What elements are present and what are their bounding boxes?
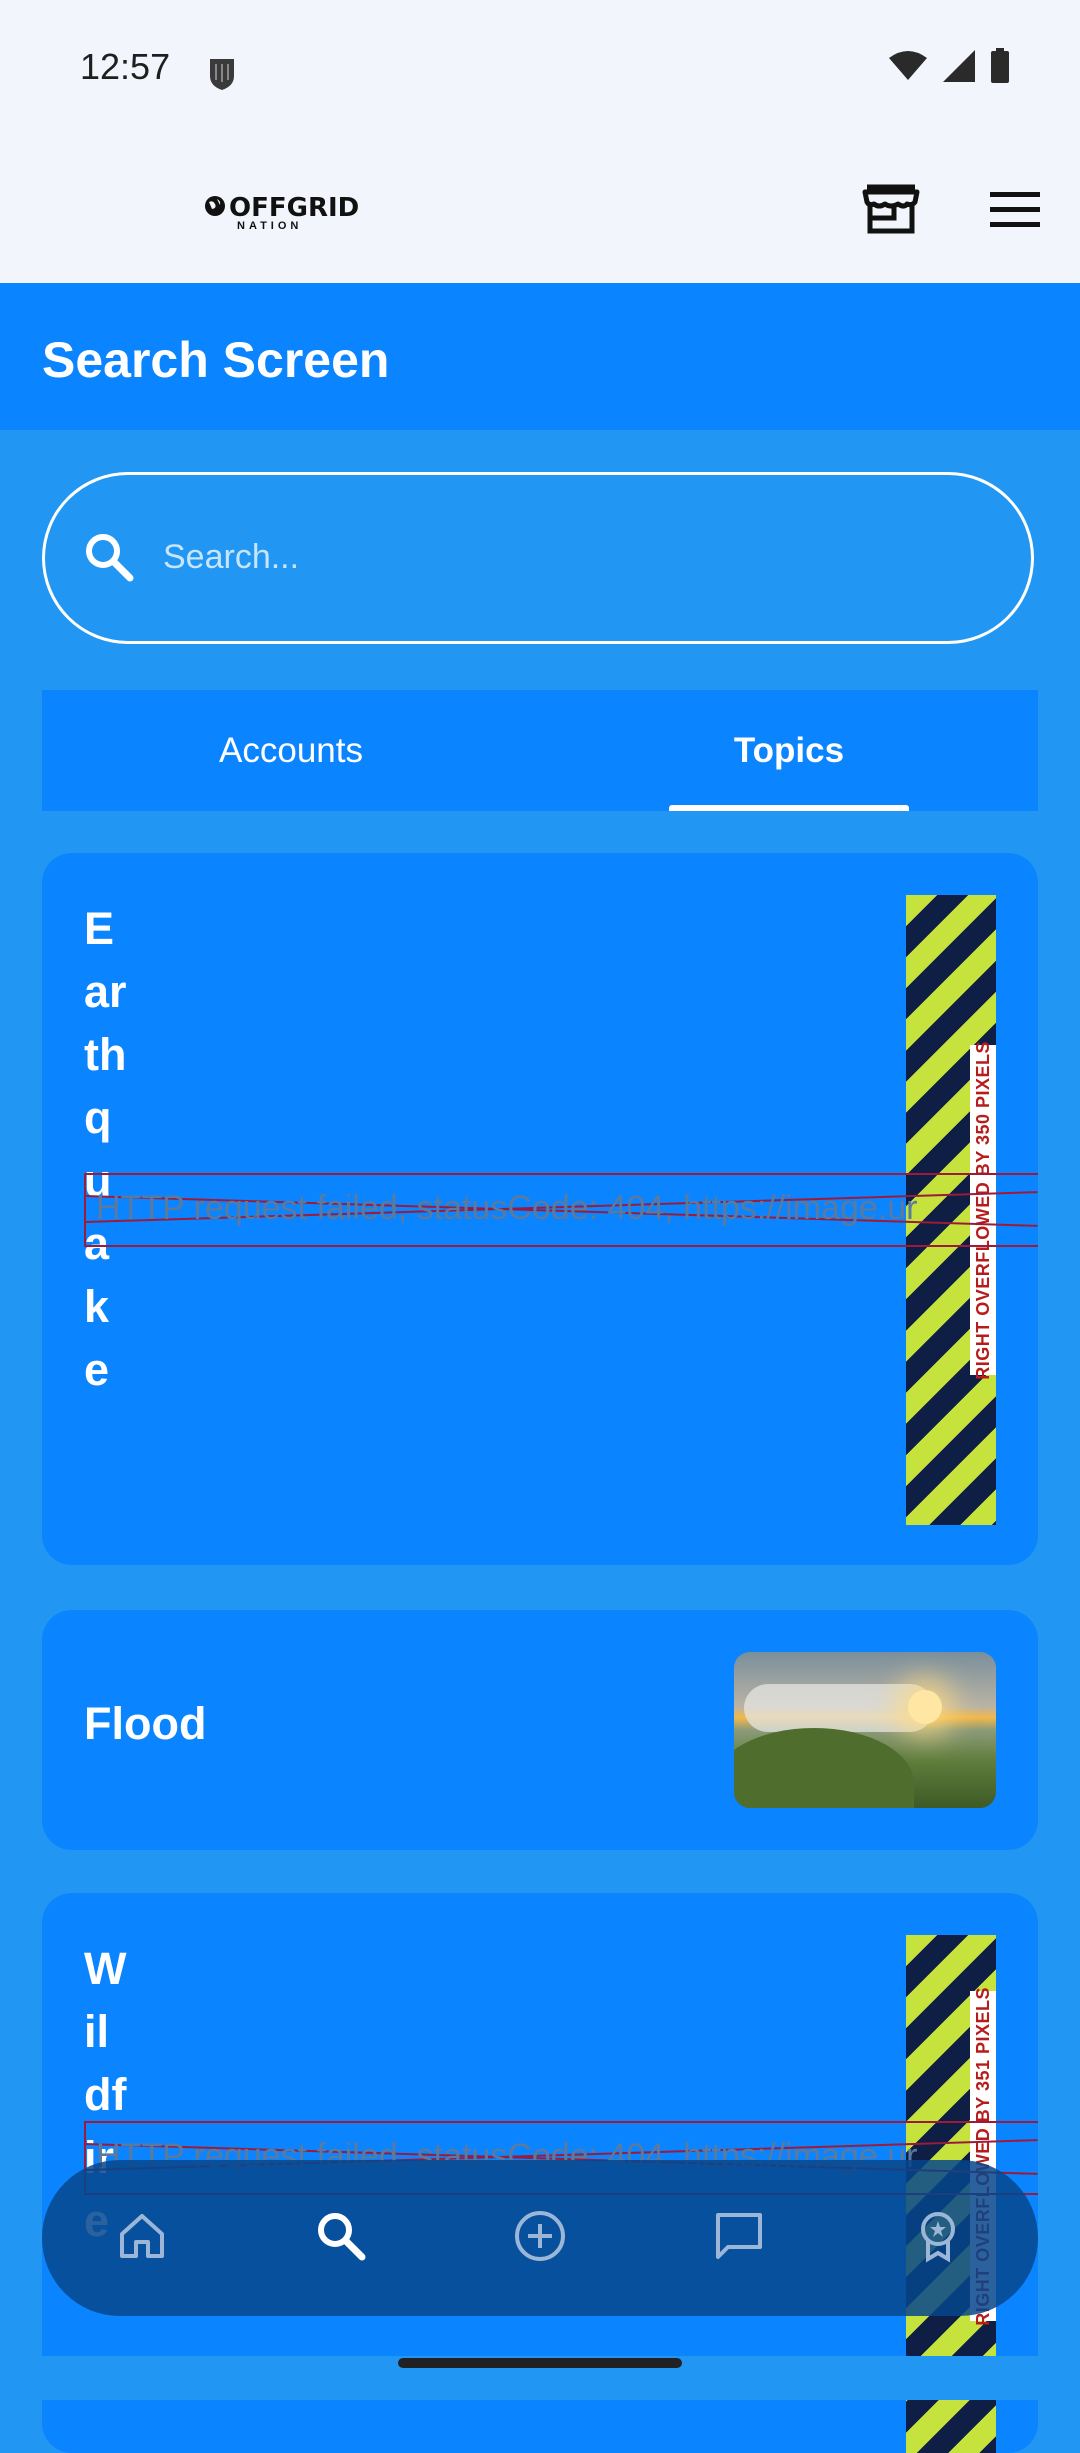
home-gesture-handle[interactable] [398, 2358, 682, 2368]
battery-icon [990, 48, 1010, 89]
image-error: HTTP request failed, statusCode: 404, ht… [84, 1173, 1038, 1247]
tab-accounts[interactable]: Accounts [42, 690, 540, 811]
tab-topics[interactable]: Topics [540, 690, 1038, 811]
store-icon[interactable] [862, 184, 920, 239]
app-bar: Search Screen [0, 283, 1080, 430]
status-time: 12:57 [80, 46, 171, 87]
nav-home[interactable] [97, 2193, 187, 2283]
app-logo[interactable]: OFFGRID NATION [203, 190, 360, 232]
topic-card-flood[interactable]: Flood [42, 1610, 1038, 1850]
tab-topics-label: Topics [733, 730, 845, 770]
topic-title: Flood [84, 1698, 207, 1749]
image-hill [734, 1728, 914, 1808]
tab-indicator [669, 805, 909, 811]
tab-bar: Accounts Topics [42, 690, 1038, 811]
nav-add[interactable] [495, 2193, 585, 2283]
award-icon [911, 2209, 965, 2268]
page-title: Search Screen [42, 332, 390, 388]
image-cloud [744, 1684, 934, 1732]
wifi-icon [888, 50, 928, 87]
topic-card-earthquake[interactable]: Earthquake RIGHT OVERFLOWED BY 350 PIXEL… [42, 853, 1038, 1565]
tab-accounts-label: Accounts [219, 730, 363, 770]
top-header: 12:57 OFFGRID NATION [0, 0, 1080, 283]
search-input[interactable] [161, 521, 985, 593]
image-sun [908, 1690, 942, 1724]
error-text: HTTP request failed, statusCode: 404, ht… [96, 1189, 918, 1227]
logo-text: OFFGRID [229, 193, 360, 223]
search-icon [315, 2210, 367, 2267]
shield-icon [207, 56, 237, 97]
chat-icon [712, 2209, 766, 2268]
logo-subtext: NATION [237, 220, 303, 232]
signal-icon [942, 49, 976, 88]
nav-awards[interactable] [893, 2193, 983, 2283]
home-icon [116, 2210, 168, 2267]
bottom-navigation [42, 2160, 1038, 2316]
nav-search[interactable] [296, 2193, 386, 2283]
add-circle-icon [513, 2209, 567, 2268]
topic-title: Earthquake [84, 903, 127, 1395]
globe-icon [203, 194, 227, 223]
search-icon [83, 531, 135, 588]
search-bar[interactable] [42, 472, 1034, 644]
nav-chat[interactable] [694, 2193, 784, 2283]
topic-image [734, 1652, 996, 1808]
status-icons [888, 48, 1010, 89]
menu-icon[interactable] [990, 190, 1040, 235]
